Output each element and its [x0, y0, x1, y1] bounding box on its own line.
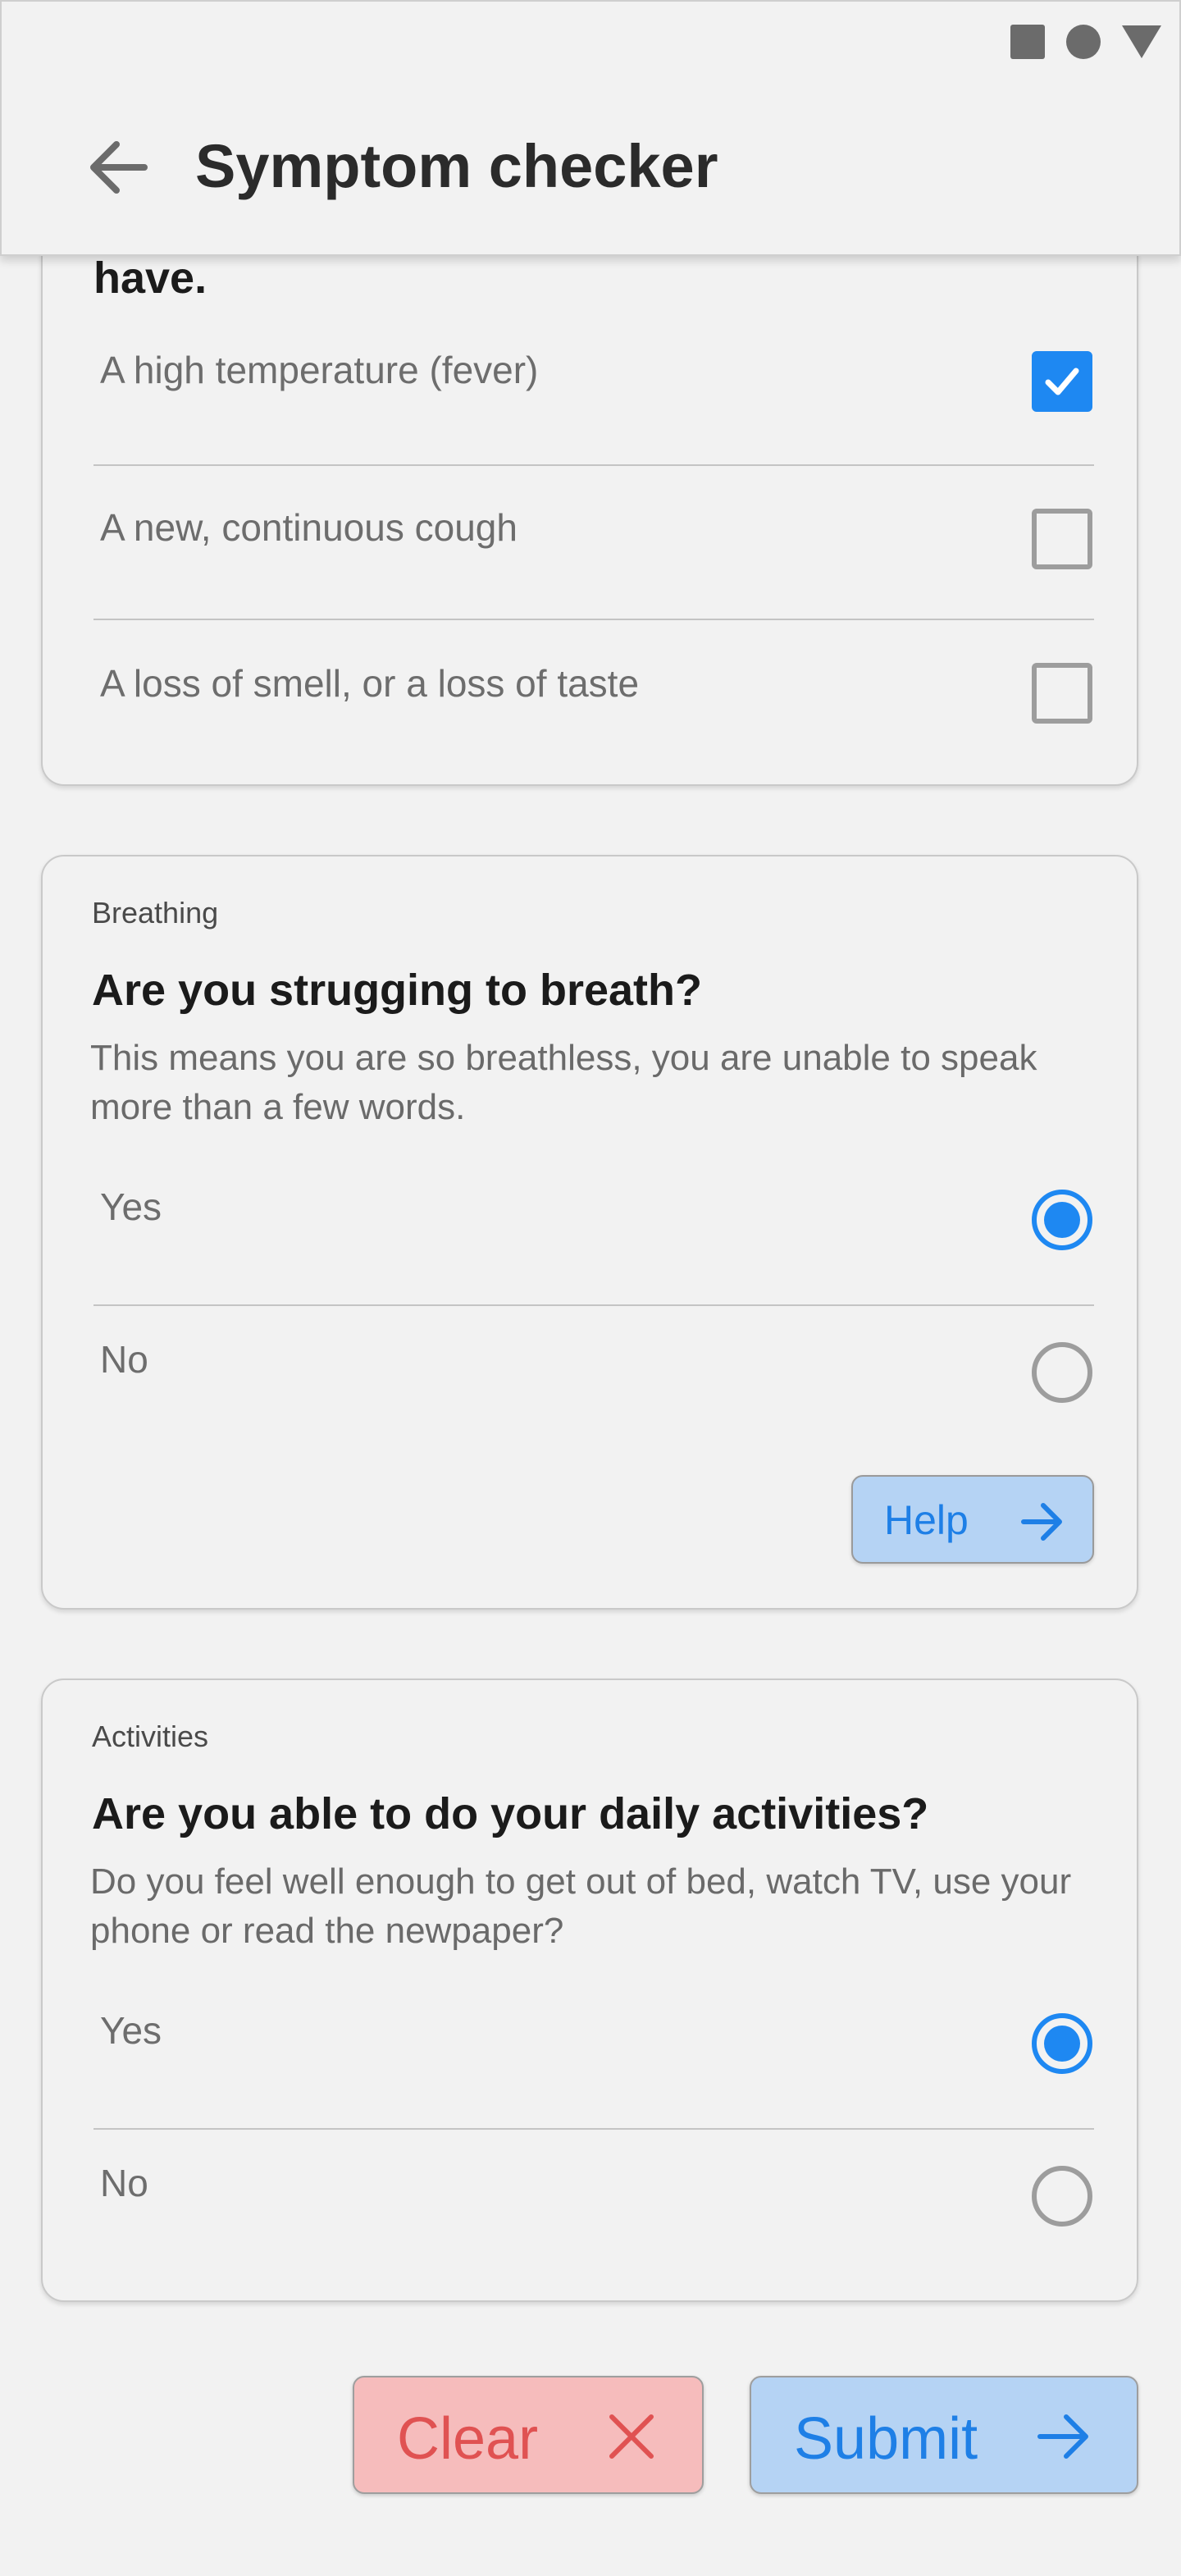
help-label: Help	[884, 1497, 969, 1543]
option-label: Yes	[100, 2009, 162, 2052]
symptoms-question: have.	[93, 253, 207, 303]
fever-checkbox[interactable]	[1032, 351, 1092, 412]
smell-taste-checkbox[interactable]	[1032, 663, 1092, 724]
circle-icon	[1066, 25, 1101, 59]
card-label: Breathing	[92, 896, 219, 929]
clear-label: Clear	[397, 2406, 539, 2472]
question-description: This means you are so breathless, you ar…	[90, 1038, 1037, 1127]
activities-option-yes[interactable]: Yes	[93, 1977, 1094, 2130]
option-label: A high temperature (fever)	[100, 349, 539, 391]
square-icon	[1010, 25, 1045, 59]
status-bar	[1010, 25, 1161, 59]
cough-checkbox[interactable]	[1032, 509, 1092, 569]
breathing-option-yes[interactable]: Yes	[93, 1153, 1094, 1306]
arrow-right-icon	[1037, 2414, 1088, 2459]
arrow-left-icon	[90, 141, 148, 194]
card-label: Activities	[92, 1720, 209, 1753]
activities-card: Activities Are you able to do your daily…	[41, 1679, 1138, 2302]
close-icon	[609, 2414, 654, 2459]
clear-button[interactable]: Clear	[353, 2376, 704, 2494]
back-button[interactable]	[87, 136, 149, 199]
activities-yes-radio[interactable]	[1032, 2013, 1092, 2074]
symptom-option-cough[interactable]: A new, continuous cough	[93, 466, 1094, 620]
question-title: Are you able to do your daily activities…	[92, 1789, 929, 1838]
option-label: A loss of smell, or a loss of taste	[100, 662, 640, 705]
breathing-no-radio[interactable]	[1032, 1342, 1092, 1403]
submit-label: Submit	[794, 2406, 978, 2472]
submit-button[interactable]: Submit	[750, 2376, 1138, 2494]
option-label: A new, continuous cough	[100, 506, 518, 549]
activities-option-no[interactable]: No	[93, 2130, 1094, 2281]
triangle-icon	[1122, 25, 1161, 58]
option-label: No	[100, 2162, 148, 2204]
activities-no-radio[interactable]	[1032, 2166, 1092, 2227]
page-title: Symptom checker	[195, 132, 718, 200]
option-label: No	[100, 1338, 148, 1381]
symptoms-card: have. A high temperature (fever) A new, …	[41, 164, 1138, 786]
question-title: Are you strugging to breath?	[92, 966, 703, 1015]
option-label: Yes	[100, 1185, 162, 1228]
app-bar: Symptom checker	[0, 0, 1181, 256]
arrow-right-icon	[1021, 1503, 1062, 1541]
symptom-option-smell-taste[interactable]: A loss of smell, or a loss of taste	[93, 620, 1094, 768]
question-description: Do you feel well enough to get out of be…	[90, 1861, 1072, 1951]
help-button[interactable]: Help	[851, 1475, 1094, 1564]
check-icon	[1045, 368, 1079, 395]
symptom-option-fever[interactable]: A high temperature (fever)	[93, 317, 1094, 466]
breathing-yes-radio[interactable]	[1032, 1190, 1092, 1250]
breathing-card: Breathing Are you strugging to breath? T…	[41, 855, 1138, 1610]
breathing-option-no[interactable]: No	[93, 1306, 1094, 1457]
